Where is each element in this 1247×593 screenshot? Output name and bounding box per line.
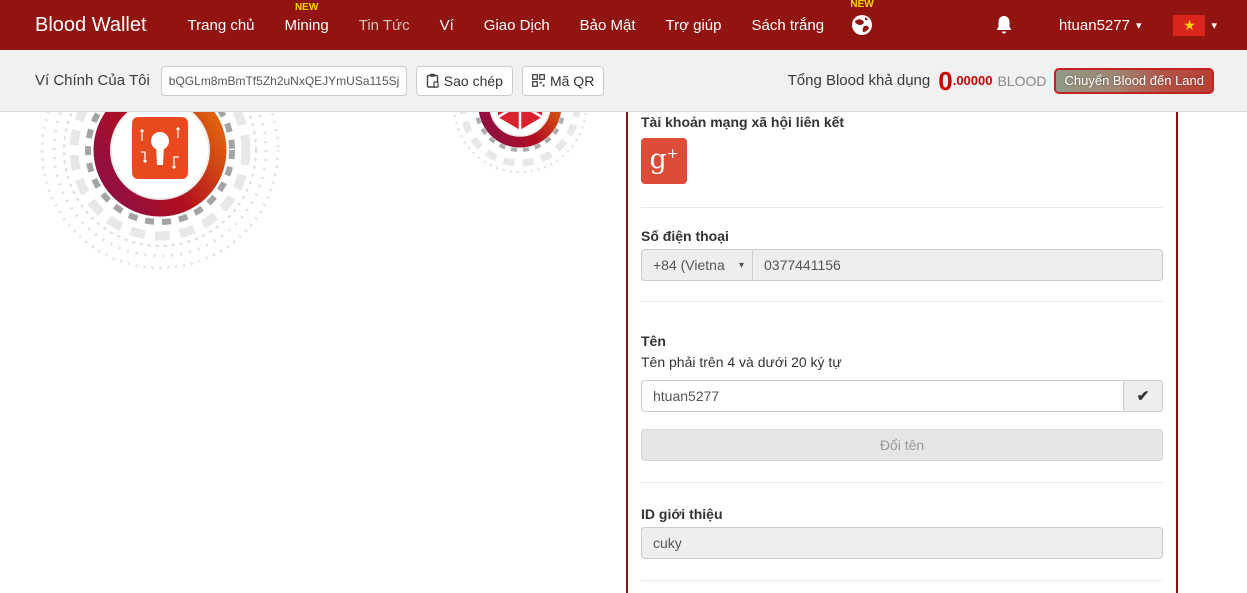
profile-panel: Tài khoản mạng xã hội liên kết g + Số đi… <box>626 112 1178 593</box>
main-nav: Trang chủ NEW Mining Tin Tức Ví Giao Dịc… <box>173 0 886 36</box>
notifications-bell-icon[interactable] <box>995 15 1013 35</box>
copy-address-button[interactable]: Sao chép <box>415 65 513 96</box>
new-badge: NEW <box>294 1 319 13</box>
security-lock-illustration <box>40 112 280 270</box>
referral-id-input[interactable] <box>641 527 1163 559</box>
top-navbar: Blood Wallet Trang chủ NEW Mining Tin Tứ… <box>0 0 1247 50</box>
nav-item-news[interactable]: Tin Tức <box>359 17 410 34</box>
nav-label: Sách trắng <box>751 16 825 34</box>
language-flag-menu[interactable]: ★ ▾ <box>1173 14 1217 36</box>
globe-icon <box>852 15 873 35</box>
main-wallet-label: Ví Chính Của Tôi <box>35 72 150 89</box>
nav-item-security[interactable]: Bảo Mật <box>580 17 636 34</box>
chevron-down-icon: ▾ <box>1211 19 1217 32</box>
clipboard-icon <box>426 73 439 88</box>
user-menu[interactable]: htuan5277 ▾ <box>1059 17 1141 34</box>
nav-item-mining[interactable]: NEW Mining <box>284 2 329 34</box>
name-hint: Tên phải trên 4 và dưới 20 ký tự <box>641 354 842 370</box>
username-label: htuan5277 <box>1059 16 1130 34</box>
nav-item-whitepaper[interactable]: Sách trắng <box>752 17 825 34</box>
google-plus-icon: g <box>649 143 667 175</box>
nav-label: Trang chủ <box>187 16 255 34</box>
nav-label: Giao Dịch <box>483 16 550 34</box>
phone-number-input[interactable] <box>753 249 1163 281</box>
divider <box>641 207 1163 208</box>
divider <box>641 482 1163 483</box>
brand-logo[interactable]: Blood Wallet <box>35 14 147 37</box>
name-valid-addon: ✔ <box>1124 380 1163 412</box>
nav-label: Trợ giúp <box>665 16 722 34</box>
nav-item-trade[interactable]: Giao Dịch <box>484 17 550 34</box>
balance-group: Tổng Blood khả dụng 0 .00000 BLOOD Chuyể… <box>787 65 1214 96</box>
phone-input-group: +84 (Vietna ▾ <box>641 249 1163 281</box>
divider <box>641 301 1163 302</box>
wallet-address-bar: Ví Chính Của Tôi Sao chép Mã QR Tổng Blo… <box>0 50 1247 112</box>
wallet-address-input[interactable] <box>160 65 407 96</box>
nav-item-help[interactable]: Trợ giúp <box>666 17 722 34</box>
main-content: Tài khoản mạng xã hội liên kết g + Số đi… <box>0 112 1247 593</box>
name-label: Tên <box>641 333 666 349</box>
language-globe-button[interactable]: NEW <box>850 0 874 36</box>
chevron-down-icon: ▾ <box>738 259 744 271</box>
blockchain-cube-illustration <box>453 112 587 173</box>
balance-fraction: .00000 <box>952 73 993 88</box>
star-icon: ★ <box>1183 17 1196 33</box>
qr-code-button[interactable]: Mã QR <box>521 65 605 96</box>
chevron-down-icon: ▾ <box>1135 19 1142 32</box>
currency-label: BLOOD <box>997 72 1047 89</box>
divider <box>641 580 1163 581</box>
qr-button-label: Mã QR <box>549 72 595 89</box>
transfer-blood-to-land-button[interactable]: Chuyển Blood đến Land <box>1054 67 1214 94</box>
country-code-select[interactable]: +84 (Vietna ▾ <box>641 249 753 281</box>
phone-label: Số điện thoại <box>641 228 729 244</box>
nav-label: Tin Tức <box>358 16 410 34</box>
header-right: htuan5277 ▾ ★ ▾ <box>995 14 1217 36</box>
referral-id-label: ID giới thiệu <box>641 506 723 522</box>
copy-button-label: Sao chép <box>443 72 503 89</box>
vietnam-flag-icon: ★ <box>1173 14 1206 36</box>
check-icon: ✔ <box>1136 388 1150 405</box>
social-accounts-label: Tài khoản mạng xã hội liên kết <box>641 114 845 130</box>
balance-label: Tổng Blood khả dụng <box>787 72 931 89</box>
country-code-value: +84 (Vietna <box>653 257 725 273</box>
qr-code-icon <box>532 74 545 87</box>
balance-integer: 0 <box>938 65 953 96</box>
new-badge: NEW <box>850 0 874 10</box>
google-plus-icon-plus: + <box>666 146 679 162</box>
rename-button[interactable]: Đổi tên <box>641 429 1163 461</box>
nav-label: Bảo Mật <box>579 16 636 34</box>
nav-item-wallet[interactable]: Ví <box>440 17 454 34</box>
name-input[interactable] <box>641 380 1124 412</box>
nav-item-home[interactable]: Trang chủ <box>188 17 255 34</box>
name-input-group: ✔ <box>641 380 1163 412</box>
google-plus-link-button[interactable]: g + <box>641 138 687 184</box>
nav-label: Mining <box>284 16 329 34</box>
nav-label: Ví <box>439 16 454 34</box>
